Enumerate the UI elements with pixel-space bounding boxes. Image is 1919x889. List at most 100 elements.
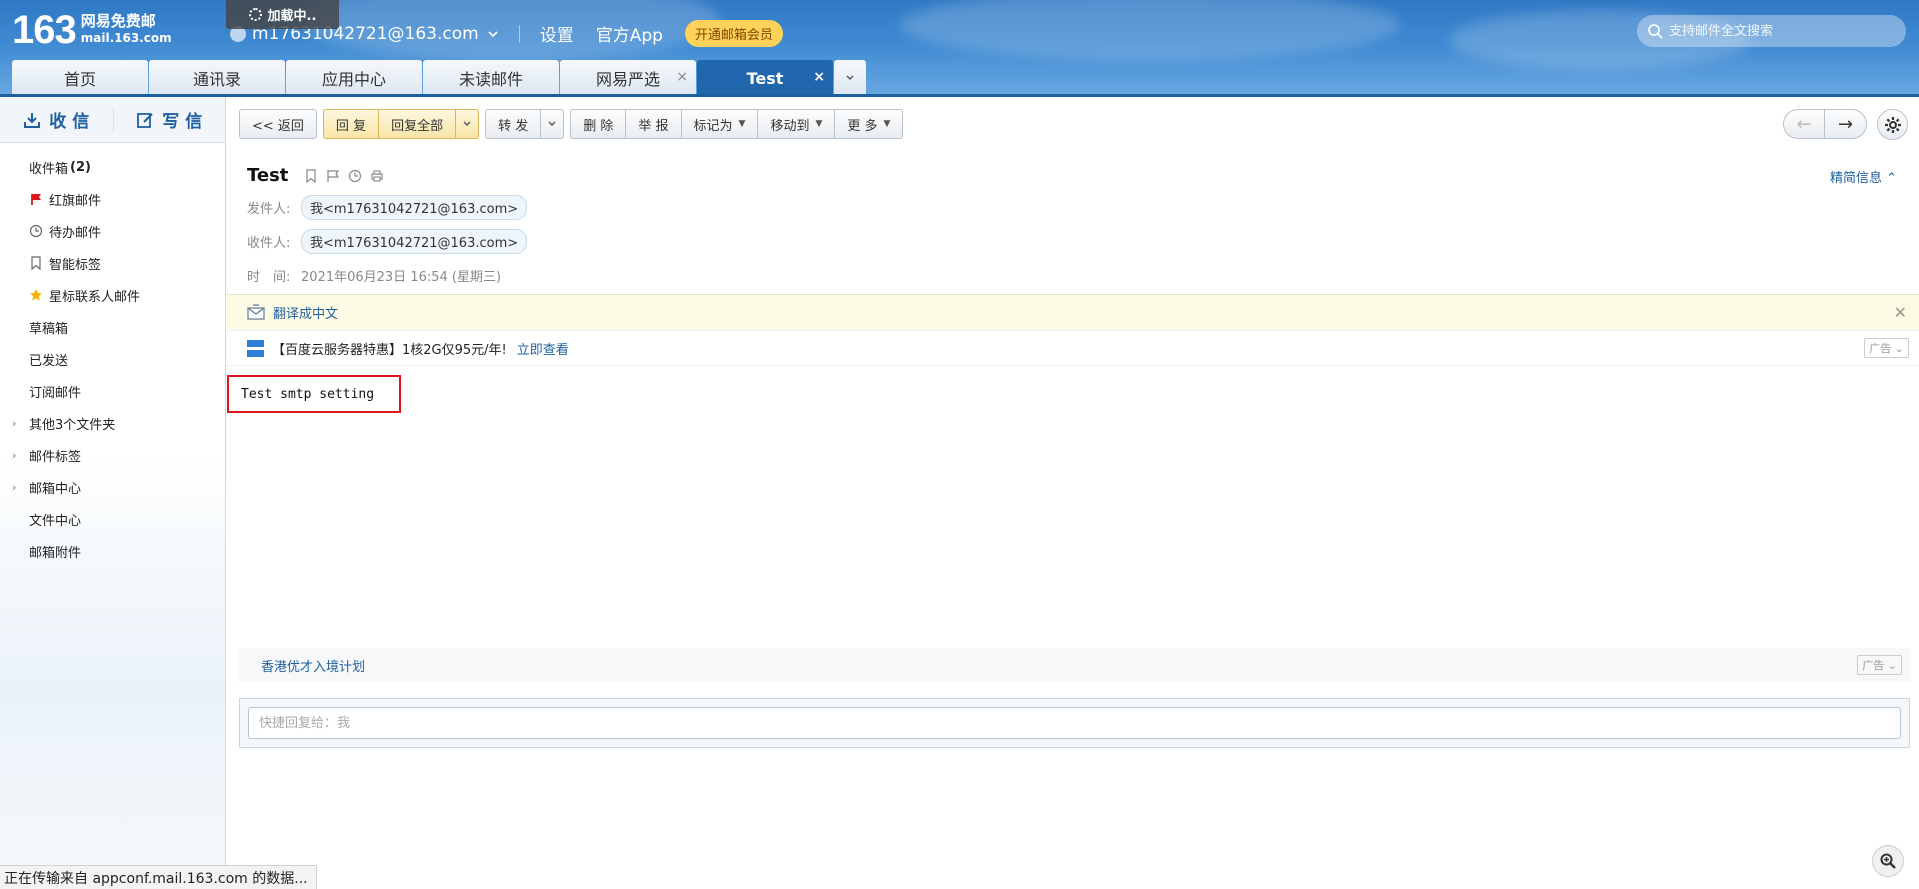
bookmark-icon[interactable] bbox=[304, 168, 318, 183]
ad-tag[interactable]: 广告 ⌄ bbox=[1857, 655, 1902, 675]
tab-test[interactable]: Test × bbox=[697, 60, 833, 97]
zoom-button[interactable] bbox=[1872, 845, 1904, 877]
chevron-right-icon[interactable]: › bbox=[12, 449, 16, 462]
delete-button[interactable]: 删 除 bbox=[570, 109, 626, 139]
clock-icon bbox=[29, 224, 43, 238]
ad-tag[interactable]: 广告 ⌄ bbox=[1864, 338, 1909, 358]
settings-link[interactable]: 设置 bbox=[540, 21, 574, 46]
mail-toolbar: << 返回 回 复 回复全部 转 发 删 除 举 报 标记为 ▼ 移动到 ▼ 更 多… bbox=[239, 109, 909, 139]
flag-icon[interactable] bbox=[326, 169, 340, 183]
tab-unread[interactable]: 未读邮件 bbox=[423, 60, 559, 95]
translate-link[interactable]: 翻译成中文 bbox=[273, 303, 338, 322]
logo[interactable]: 163 网易免费邮 mail.163.com bbox=[12, 10, 172, 50]
tab-app-center[interactable]: 应用中心 bbox=[286, 60, 422, 95]
clock-icon[interactable] bbox=[348, 169, 362, 183]
receive-button[interactable]: 收 信 bbox=[0, 107, 113, 132]
chevron-down-icon[interactable] bbox=[487, 28, 499, 40]
tab-label: 通讯录 bbox=[192, 69, 241, 89]
divider bbox=[518, 24, 520, 43]
sender-chip[interactable]: 我<m17631042721@163.com> bbox=[301, 194, 528, 220]
ad-tag-label: 广告 bbox=[1862, 659, 1885, 672]
folder-other-folders[interactable]: › 其他3个文件夹 bbox=[0, 407, 225, 439]
folder-label: 草稿箱 bbox=[29, 321, 69, 337]
chevron-right-icon[interactable]: › bbox=[12, 481, 16, 494]
compose-button[interactable]: 写 信 bbox=[112, 107, 226, 132]
ad-banner: 【百度云服务器特惠】1核2G仅95元/年! 立即查看 广告 ⌄ bbox=[227, 330, 1919, 366]
promo-banner: 香港优才入境计划 广告 ⌄ bbox=[239, 648, 1910, 682]
next-mail-button[interactable]: → bbox=[1825, 109, 1867, 139]
folder-label: 红旗邮件 bbox=[49, 193, 102, 209]
bookmark-icon bbox=[29, 256, 43, 270]
vip-button[interactable]: 开通邮箱会员 bbox=[684, 20, 783, 47]
folder-red-flag[interactable]: 红旗邮件 bbox=[0, 183, 225, 215]
folder-label: 收件箱 bbox=[29, 161, 69, 177]
folder-drafts[interactable]: 草稿箱 bbox=[0, 311, 225, 343]
tab-home[interactable]: 首页 bbox=[12, 60, 148, 95]
reply-dropdown-button[interactable] bbox=[455, 109, 480, 139]
settings-button[interactable] bbox=[1877, 109, 1908, 140]
close-icon[interactable]: × bbox=[813, 69, 825, 85]
reply-button[interactable]: 回 复 bbox=[322, 109, 379, 139]
forward-group: 转 发 bbox=[485, 109, 565, 139]
quick-reply-input[interactable] bbox=[248, 707, 1901, 739]
folder-inbox[interactable]: 收件箱 (2) bbox=[0, 151, 225, 183]
quick-reply bbox=[239, 698, 1910, 748]
search-box[interactable] bbox=[1637, 15, 1906, 47]
tab-label: 应用中心 bbox=[321, 69, 386, 89]
browser-status-bar: 正在传输来自 appconf.mail.163.com 的数据... bbox=[0, 865, 317, 889]
print-icon[interactable] bbox=[370, 169, 384, 183]
toggle-label: 精简信息 bbox=[1829, 171, 1882, 186]
red-flag-icon bbox=[29, 192, 43, 206]
search-icon bbox=[1648, 24, 1663, 39]
chevron-down-icon: ▼ bbox=[815, 119, 823, 129]
folder-list: 收件箱 (2) 红旗邮件 待办邮件 智能标签 星标联系人邮件 草稿箱 已发送 订阅… bbox=[0, 143, 225, 567]
time-label: 时 间: bbox=[247, 269, 291, 285]
mail-subject: Test bbox=[247, 165, 289, 186]
sender-row: 发件人: 我<m17631042721@163.com> bbox=[247, 194, 1897, 220]
forward-button[interactable]: 转 发 bbox=[485, 109, 541, 139]
folder-attachments[interactable]: 邮箱附件 bbox=[0, 535, 225, 567]
recipient-chip[interactable]: 我<m17631042721@163.com> bbox=[301, 228, 528, 254]
folder-mail-tags[interactable]: › 邮件标签 bbox=[0, 439, 225, 471]
report-button[interactable]: 举 报 bbox=[625, 109, 681, 139]
folder-label: 智能标签 bbox=[49, 257, 102, 273]
folder-label: 其他3个文件夹 bbox=[29, 417, 116, 433]
prev-mail-button[interactable]: ← bbox=[1783, 109, 1825, 139]
button-label: 标记为 bbox=[693, 118, 733, 134]
chevron-right-icon[interactable]: › bbox=[12, 417, 16, 430]
folder-file-center[interactable]: 文件中心 bbox=[0, 503, 225, 535]
folder-todo[interactable]: 待办邮件 bbox=[0, 215, 225, 247]
pen-icon bbox=[137, 112, 153, 128]
reply-group: 回 复 回复全部 bbox=[322, 109, 480, 139]
translate-bar: 翻译成中文 ✕ bbox=[227, 294, 1919, 329]
tab-yanxuan[interactable]: 网易严选 × bbox=[560, 60, 696, 95]
promo-link[interactable]: 香港优才入境计划 bbox=[261, 656, 365, 675]
unread-count: (2) bbox=[70, 159, 91, 175]
folder-label: 订阅邮件 bbox=[29, 385, 82, 401]
folder-sent[interactable]: 已发送 bbox=[0, 343, 225, 375]
zoom-in-icon bbox=[1880, 853, 1896, 869]
more-button[interactable]: 更 多 ▼ bbox=[834, 109, 904, 139]
forward-dropdown-button[interactable] bbox=[540, 109, 565, 139]
close-icon[interactable]: ✕ bbox=[1894, 303, 1907, 322]
folder-subscriptions[interactable]: 订阅邮件 bbox=[0, 375, 225, 407]
close-icon[interactable]: × bbox=[676, 69, 688, 85]
tab-bar: 首页 通讯录 应用中心 未读邮件 网易严选 × Test × bbox=[12, 60, 866, 97]
loading-indicator: 加载中.. bbox=[226, 0, 339, 29]
folder-starred-contacts[interactable]: 星标联系人邮件 bbox=[0, 279, 225, 311]
folder-smart-tags[interactable]: 智能标签 bbox=[0, 247, 225, 279]
app-link[interactable]: 官方App bbox=[596, 21, 663, 46]
brief-info-toggle[interactable]: 精简信息 ⌃ bbox=[1830, 167, 1897, 186]
folder-label: 待办邮件 bbox=[49, 225, 102, 241]
mail-header: Test 精简信息 ⌃ 发件人: 我<m17631042721@163.com>… bbox=[247, 165, 1897, 288]
mark-as-button[interactable]: 标记为 ▼ bbox=[680, 109, 758, 139]
back-button[interactable]: << 返回 bbox=[239, 109, 317, 139]
tab-contacts[interactable]: 通讯录 bbox=[149, 60, 285, 95]
ad-link[interactable]: 立即查看 bbox=[517, 339, 569, 358]
move-to-button[interactable]: 移动到 ▼ bbox=[757, 109, 835, 139]
button-label: 更 多 bbox=[847, 118, 878, 134]
tab-more-button[interactable] bbox=[834, 60, 866, 95]
reply-all-button[interactable]: 回复全部 bbox=[378, 109, 456, 139]
search-input[interactable] bbox=[1669, 23, 1899, 39]
folder-mailbox-center[interactable]: › 邮箱中心 bbox=[0, 471, 225, 503]
